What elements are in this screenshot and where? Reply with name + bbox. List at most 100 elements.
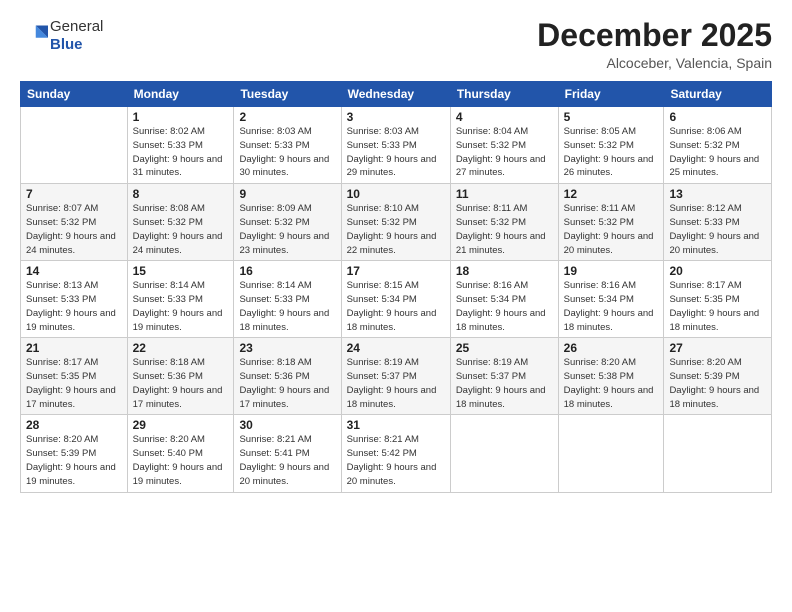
- day-number: 18: [456, 264, 553, 278]
- calendar-cell: [450, 415, 558, 492]
- day-number: 25: [456, 341, 553, 355]
- day-number: 14: [26, 264, 122, 278]
- calendar-week-2: 7Sunrise: 8:07 AMSunset: 5:32 PMDaylight…: [21, 184, 772, 261]
- month-title: December 2025: [537, 18, 772, 53]
- calendar-cell: 31Sunrise: 8:21 AMSunset: 5:42 PMDayligh…: [341, 415, 450, 492]
- calendar-cell: 20Sunrise: 8:17 AMSunset: 5:35 PMDayligh…: [664, 261, 772, 338]
- calendar-cell: 13Sunrise: 8:12 AMSunset: 5:33 PMDayligh…: [664, 184, 772, 261]
- header: General Blue December 2025 Alcoceber, Va…: [20, 18, 772, 71]
- day-number: 16: [239, 264, 335, 278]
- calendar-cell: 21Sunrise: 8:17 AMSunset: 5:35 PMDayligh…: [21, 338, 128, 415]
- day-number: 10: [347, 187, 445, 201]
- day-info: Sunrise: 8:20 AMSunset: 5:39 PMDaylight:…: [26, 433, 122, 488]
- day-info: Sunrise: 8:12 AMSunset: 5:33 PMDaylight:…: [669, 202, 766, 257]
- day-number: 7: [26, 187, 122, 201]
- calendar-header-tuesday: Tuesday: [234, 82, 341, 107]
- calendar-header-sunday: Sunday: [21, 82, 128, 107]
- calendar-cell: 30Sunrise: 8:21 AMSunset: 5:41 PMDayligh…: [234, 415, 341, 492]
- day-number: 9: [239, 187, 335, 201]
- day-number: 3: [347, 110, 445, 124]
- day-number: 1: [133, 110, 229, 124]
- day-info: Sunrise: 8:02 AMSunset: 5:33 PMDaylight:…: [133, 125, 229, 180]
- day-info: Sunrise: 8:16 AMSunset: 5:34 PMDaylight:…: [564, 279, 659, 334]
- day-number: 31: [347, 418, 445, 432]
- calendar-cell: [558, 415, 664, 492]
- calendar-cell: 23Sunrise: 8:18 AMSunset: 5:36 PMDayligh…: [234, 338, 341, 415]
- day-number: 22: [133, 341, 229, 355]
- day-info: Sunrise: 8:14 AMSunset: 5:33 PMDaylight:…: [239, 279, 335, 334]
- page: General Blue December 2025 Alcoceber, Va…: [0, 0, 792, 612]
- day-info: Sunrise: 8:09 AMSunset: 5:32 PMDaylight:…: [239, 202, 335, 257]
- calendar-cell: 18Sunrise: 8:16 AMSunset: 5:34 PMDayligh…: [450, 261, 558, 338]
- day-info: Sunrise: 8:05 AMSunset: 5:32 PMDaylight:…: [564, 125, 659, 180]
- day-number: 20: [669, 264, 766, 278]
- calendar-cell: 25Sunrise: 8:19 AMSunset: 5:37 PMDayligh…: [450, 338, 558, 415]
- day-number: 21: [26, 341, 122, 355]
- calendar-cell: 28Sunrise: 8:20 AMSunset: 5:39 PMDayligh…: [21, 415, 128, 492]
- calendar-cell: 16Sunrise: 8:14 AMSunset: 5:33 PMDayligh…: [234, 261, 341, 338]
- calendar-header-row: SundayMondayTuesdayWednesdayThursdayFrid…: [21, 82, 772, 107]
- calendar-header-thursday: Thursday: [450, 82, 558, 107]
- calendar-cell: 6Sunrise: 8:06 AMSunset: 5:32 PMDaylight…: [664, 107, 772, 184]
- day-number: 27: [669, 341, 766, 355]
- day-number: 5: [564, 110, 659, 124]
- day-info: Sunrise: 8:03 AMSunset: 5:33 PMDaylight:…: [239, 125, 335, 180]
- day-number: 8: [133, 187, 229, 201]
- day-number: 30: [239, 418, 335, 432]
- day-number: 19: [564, 264, 659, 278]
- day-number: 24: [347, 341, 445, 355]
- calendar-header-monday: Monday: [127, 82, 234, 107]
- calendar-cell: 7Sunrise: 8:07 AMSunset: 5:32 PMDaylight…: [21, 184, 128, 261]
- calendar-cell: 27Sunrise: 8:20 AMSunset: 5:39 PMDayligh…: [664, 338, 772, 415]
- calendar-cell: 5Sunrise: 8:05 AMSunset: 5:32 PMDaylight…: [558, 107, 664, 184]
- day-number: 4: [456, 110, 553, 124]
- logo-blue: Blue: [50, 36, 103, 54]
- day-number: 13: [669, 187, 766, 201]
- calendar-week-3: 14Sunrise: 8:13 AMSunset: 5:33 PMDayligh…: [21, 261, 772, 338]
- calendar-cell: 17Sunrise: 8:15 AMSunset: 5:34 PMDayligh…: [341, 261, 450, 338]
- day-info: Sunrise: 8:20 AMSunset: 5:40 PMDaylight:…: [133, 433, 229, 488]
- day-info: Sunrise: 8:21 AMSunset: 5:42 PMDaylight:…: [347, 433, 445, 488]
- calendar-cell: 10Sunrise: 8:10 AMSunset: 5:32 PMDayligh…: [341, 184, 450, 261]
- day-info: Sunrise: 8:10 AMSunset: 5:32 PMDaylight:…: [347, 202, 445, 257]
- day-info: Sunrise: 8:04 AMSunset: 5:32 PMDaylight:…: [456, 125, 553, 180]
- day-info: Sunrise: 8:06 AMSunset: 5:32 PMDaylight:…: [669, 125, 766, 180]
- calendar-cell: 12Sunrise: 8:11 AMSunset: 5:32 PMDayligh…: [558, 184, 664, 261]
- day-info: Sunrise: 8:07 AMSunset: 5:32 PMDaylight:…: [26, 202, 122, 257]
- calendar-cell: [21, 107, 128, 184]
- day-number: 28: [26, 418, 122, 432]
- day-info: Sunrise: 8:20 AMSunset: 5:38 PMDaylight:…: [564, 356, 659, 411]
- day-number: 11: [456, 187, 553, 201]
- day-number: 26: [564, 341, 659, 355]
- logo: General Blue: [20, 18, 103, 54]
- day-info: Sunrise: 8:03 AMSunset: 5:33 PMDaylight:…: [347, 125, 445, 180]
- day-info: Sunrise: 8:11 AMSunset: 5:32 PMDaylight:…: [564, 202, 659, 257]
- day-info: Sunrise: 8:20 AMSunset: 5:39 PMDaylight:…: [669, 356, 766, 411]
- day-info: Sunrise: 8:19 AMSunset: 5:37 PMDaylight:…: [347, 356, 445, 411]
- logo-text: General Blue: [50, 18, 103, 54]
- location-subtitle: Alcoceber, Valencia, Spain: [537, 55, 772, 71]
- day-number: 23: [239, 341, 335, 355]
- calendar-cell: 14Sunrise: 8:13 AMSunset: 5:33 PMDayligh…: [21, 261, 128, 338]
- calendar-cell: 3Sunrise: 8:03 AMSunset: 5:33 PMDaylight…: [341, 107, 450, 184]
- day-number: 6: [669, 110, 766, 124]
- calendar-cell: 29Sunrise: 8:20 AMSunset: 5:40 PMDayligh…: [127, 415, 234, 492]
- day-number: 17: [347, 264, 445, 278]
- title-block: December 2025 Alcoceber, Valencia, Spain: [537, 18, 772, 71]
- day-info: Sunrise: 8:13 AMSunset: 5:33 PMDaylight:…: [26, 279, 122, 334]
- day-number: 29: [133, 418, 229, 432]
- logo-general: General: [50, 18, 103, 36]
- day-info: Sunrise: 8:11 AMSunset: 5:32 PMDaylight:…: [456, 202, 553, 257]
- calendar-week-4: 21Sunrise: 8:17 AMSunset: 5:35 PMDayligh…: [21, 338, 772, 415]
- calendar-cell: 1Sunrise: 8:02 AMSunset: 5:33 PMDaylight…: [127, 107, 234, 184]
- day-info: Sunrise: 8:21 AMSunset: 5:41 PMDaylight:…: [239, 433, 335, 488]
- day-info: Sunrise: 8:18 AMSunset: 5:36 PMDaylight:…: [133, 356, 229, 411]
- calendar-cell: 9Sunrise: 8:09 AMSunset: 5:32 PMDaylight…: [234, 184, 341, 261]
- calendar-header-saturday: Saturday: [664, 82, 772, 107]
- day-info: Sunrise: 8:16 AMSunset: 5:34 PMDaylight:…: [456, 279, 553, 334]
- day-number: 12: [564, 187, 659, 201]
- calendar-cell: 4Sunrise: 8:04 AMSunset: 5:32 PMDaylight…: [450, 107, 558, 184]
- calendar-cell: 8Sunrise: 8:08 AMSunset: 5:32 PMDaylight…: [127, 184, 234, 261]
- calendar-week-1: 1Sunrise: 8:02 AMSunset: 5:33 PMDaylight…: [21, 107, 772, 184]
- calendar-header-friday: Friday: [558, 82, 664, 107]
